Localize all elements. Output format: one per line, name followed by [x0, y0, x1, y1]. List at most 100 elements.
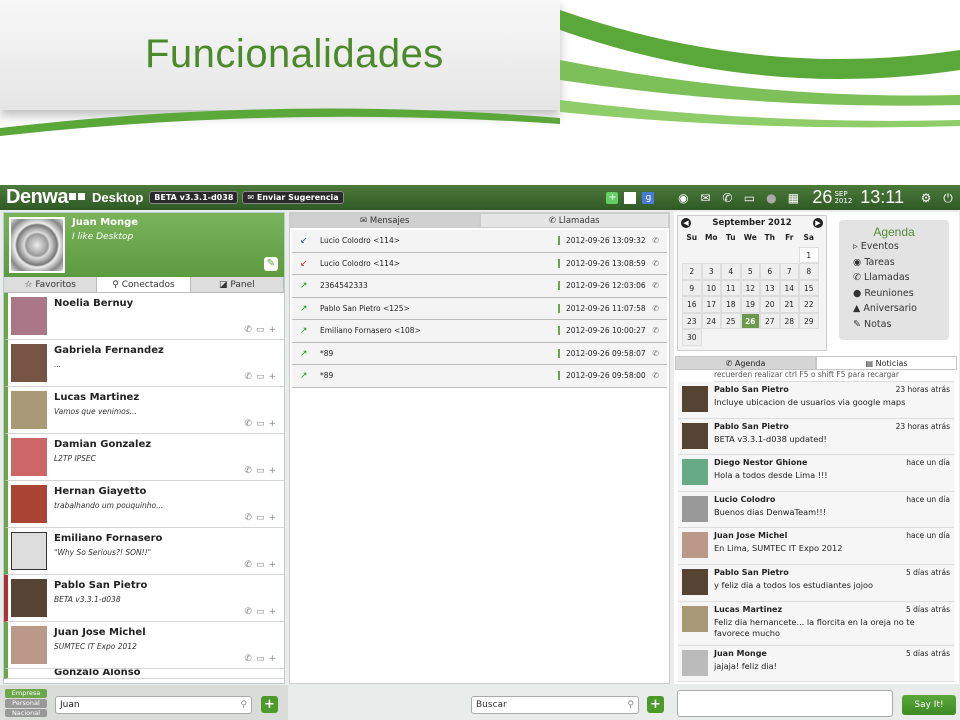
contact-actions[interactable]: ✆▭+ — [244, 419, 280, 429]
calendar-day[interactable]: 20 — [760, 296, 780, 313]
agenda-item-reuniones[interactable]: ● Reuniones — [839, 286, 949, 302]
call-row[interactable]: ↗ *89 2012-09-26 09:58:00 ✆ — [292, 365, 667, 388]
calculator-icon[interactable]: ▦ — [785, 190, 801, 206]
news-item[interactable]: Diego Nestor Ghione hace un día Hola a tod… — [678, 455, 954, 492]
my-status[interactable]: I like Desktop — [72, 232, 133, 242]
call-back-icon[interactable]: ✆ — [652, 259, 659, 268]
news-item[interactable]: Pablo San Pietro 23 horas atrás BETA v3.3.… — [678, 418, 954, 456]
phone-icon[interactable]: ✆ — [719, 190, 735, 206]
calendar-day[interactable]: 13 — [760, 279, 780, 296]
calendar-day[interactable]: 23 — [682, 312, 702, 329]
call-back-icon[interactable]: ✆ — [652, 326, 659, 335]
agenda-item-llamadas[interactable]: ✆ Llamadas — [839, 270, 949, 286]
grid-icon[interactable] — [624, 191, 637, 204]
calendar-day[interactable]: 6 — [760, 263, 780, 280]
add-icon[interactable]: + — [606, 191, 619, 204]
contact-item[interactable]: Emiliano Fornasero "Why So Serious?! SON!… — [4, 528, 284, 575]
contact-item[interactable]: Noelia Bernuy ✆▭+ — [4, 293, 284, 340]
call-back-icon[interactable]: ✆ — [652, 371, 659, 380]
calendar-day[interactable]: 7 — [779, 263, 799, 280]
news-item[interactable]: Lucas Martinez 5 días atrás Feliz dia hern… — [678, 601, 954, 646]
call-row[interactable]: ↗ 2364542333 2012-09-26 12:03:06 ✆ — [292, 275, 667, 298]
calendar-day[interactable]: 22 — [799, 296, 819, 313]
news-item[interactable]: Juan Jose Michel hace un día En Lima, SUMT… — [678, 528, 954, 565]
contact-actions[interactable]: ✆▭+ — [244, 325, 280, 335]
call-back-icon[interactable]: ✆ — [652, 281, 659, 290]
calendar-day[interactable]: 12 — [740, 279, 760, 296]
calendar-day[interactable]: 2 — [682, 263, 702, 280]
contact-actions[interactable]: ✆▭+ — [244, 372, 280, 382]
news-item[interactable]: Pablo San Pietro 23 horas atrás Incluye ub… — [678, 382, 954, 419]
tab-agenda[interactable]: ✆ Agenda — [675, 356, 816, 370]
calendar-day[interactable]: 25 — [721, 312, 741, 329]
tab-llamadas[interactable]: ✆ Llamadas — [479, 213, 669, 228]
tab-favoritos[interactable]: ☆ Favoritos — [4, 277, 98, 292]
contact-actions[interactable]: ✆▭+ — [244, 607, 280, 617]
calendar-day[interactable]: 26 — [740, 312, 760, 329]
next-month-icon[interactable]: ▶ — [812, 218, 823, 228]
calendar-day[interactable]: 15 — [799, 279, 819, 296]
contact-actions[interactable]: ✆▭+ — [244, 466, 280, 476]
user-icon[interactable]: ● — [763, 190, 779, 206]
say-it-button[interactable]: Say It! — [902, 695, 956, 715]
contact-item[interactable]: Juan Jose Michel SUMTEC IT Expo 2012 ✆▭+ — [4, 622, 284, 669]
contact-item[interactable]: Damian Gonzalez L2TP IPSEC ✆▭+ — [4, 434, 284, 481]
calendar-day[interactable]: 9 — [682, 279, 702, 296]
contact-item[interactable]: Lucas Martinez Vamos que venimos... ✆▭+ — [4, 387, 284, 434]
contact-item[interactable]: Hernan Giayetto trabalhando um pouquinho.… — [4, 481, 284, 528]
calendar-day[interactable]: 16 — [682, 296, 702, 313]
contact-actions[interactable]: ✆▭+ — [244, 560, 280, 570]
status-edit-icon[interactable]: ✎ — [264, 257, 278, 271]
calendar-day[interactable]: 19 — [740, 296, 760, 313]
call-back-icon[interactable]: ✆ — [652, 304, 659, 313]
google-icon[interactable]: g — [642, 191, 655, 204]
news-item[interactable]: Pablo San Pietro 5 días atrás y feliz dia … — [678, 564, 954, 602]
status-message-input[interactable] — [677, 690, 893, 717]
tab-nacional[interactable]: Nacional — [5, 709, 47, 717]
calendar-day[interactable]: 1 — [799, 246, 819, 263]
chat-icon[interactable]: ▭ — [741, 190, 757, 206]
call-back-icon[interactable]: ✆ — [652, 349, 659, 358]
agenda-item-tareas[interactable]: ◉ Tareas — [839, 255, 949, 271]
call-row[interactable]: ↗ Pablo San Pietro <125> 2012-09-26 11:07:… — [292, 297, 667, 320]
prev-month-icon[interactable]: ◀ — [681, 218, 691, 228]
contact-actions[interactable]: ✆▭+ — [244, 654, 280, 664]
calendar-day[interactable]: 24 — [701, 312, 721, 329]
suggest-button[interactable]: ✉ Enviar Sugerencia — [242, 191, 344, 204]
calendar-day[interactable]: 8 — [799, 263, 819, 280]
agenda-item-notas[interactable]: ✎ Notas — [839, 317, 949, 333]
call-back-icon[interactable]: ✆ — [652, 236, 659, 245]
tab-empresa[interactable]: Empresa — [5, 689, 47, 698]
calendar-day[interactable]: 5 — [740, 263, 760, 280]
contact-item[interactable]: Gonzalo Alonso — [4, 669, 284, 679]
news-item[interactable]: Lucio Colodro hace un día Buenos dias Denw… — [678, 491, 954, 529]
call-row[interactable]: ↗ Emiliano Fornasero <108> 2012-09-26 10:0… — [292, 320, 667, 343]
calendar-day[interactable]: 28 — [779, 312, 799, 329]
news-item[interactable]: Juan Monge 5 días atrás jajaja! feliz dia! — [678, 645, 954, 683]
agenda-item-aniversario[interactable]: ▲ Aniversario — [839, 301, 949, 317]
calendar-day[interactable]: 30 — [682, 329, 702, 346]
calendar-day[interactable]: 18 — [721, 296, 741, 313]
add-contact-button[interactable]: + — [261, 696, 278, 713]
call-row[interactable]: ↗ *89 2012-09-26 09:58:07 ✆ — [292, 342, 667, 365]
mail-icon[interactable]: ✉ — [697, 190, 713, 206]
new-message-button[interactable]: + — [647, 696, 664, 713]
tab-panel[interactable]: ◪ Panel — [191, 277, 284, 292]
call-row[interactable]: ↙ Lucio Colodro <114> 2012-09-26 13:09:32 ✆ — [292, 230, 667, 253]
contact-search-input[interactable]: Juan ⚲ — [55, 696, 252, 714]
tab-noticias[interactable]: ▤ Noticias — [816, 356, 957, 370]
calendar-day[interactable]: 27 — [760, 312, 780, 329]
agenda-item-eventos[interactable]: ▹ Eventos — [839, 239, 949, 255]
calendar-day[interactable]: 3 — [701, 263, 721, 280]
gear-icon[interactable]: ⚙ — [918, 190, 934, 206]
tab-mensajes[interactable]: ✉ Mensajes — [290, 213, 480, 228]
calendar-day[interactable]: 4 — [721, 263, 741, 280]
calendar-day[interactable]: 14 — [779, 279, 799, 296]
calendar-day[interactable]: 10 — [701, 279, 721, 296]
calendar-day[interactable]: 11 — [721, 279, 741, 296]
contact-actions[interactable]: ✆▭+ — [244, 513, 280, 523]
call-row[interactable]: ↙ Lucio Colodro <114> 2012-09-26 13:08:59 ✆ — [292, 252, 667, 275]
power-icon[interactable]: ⏻ — [940, 190, 956, 206]
tab-personal[interactable]: Personal — [5, 699, 47, 708]
contact-item[interactable]: Pablo San Pietro BETA v3.3.1-d038 ✆▭+ — [4, 575, 284, 622]
